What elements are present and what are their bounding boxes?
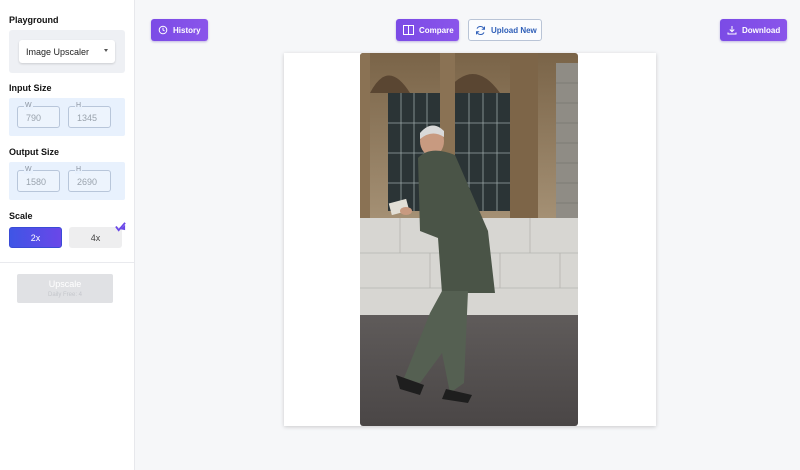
tool-select-container: Image Upscaler — [9, 30, 125, 73]
output-width-field[interactable]: W 1580 — [17, 166, 60, 192]
download-button[interactable]: Download — [720, 19, 787, 41]
input-width-value: 790 — [26, 113, 42, 123]
tool-select-value: Image Upscaler — [26, 46, 90, 57]
height-label: H — [75, 166, 83, 174]
compare-label: Compare — [419, 25, 454, 35]
history-icon — [158, 25, 168, 35]
width-label: W — [24, 166, 33, 174]
history-label: History — [173, 25, 201, 35]
input-height-value: 1345 — [77, 113, 98, 123]
playground-label: Playground — [9, 15, 59, 25]
output-height-field[interactable]: H 2690 — [68, 166, 111, 192]
photo-illustration — [360, 53, 578, 426]
width-label: W — [24, 102, 33, 110]
download-icon — [727, 26, 737, 35]
image-canvas — [284, 53, 656, 426]
sidebar: Playground Image Upscaler Input Size W 7… — [0, 0, 135, 470]
input-size-box: W 790 H 1345 — [9, 98, 125, 136]
input-height-field[interactable]: H 1345 — [68, 102, 111, 128]
input-width-field[interactable]: W 790 — [17, 102, 60, 128]
upscale-button[interactable]: Upscale Daily Free: 4 — [17, 274, 113, 303]
upload-new-label: Upload New — [491, 25, 537, 35]
compare-icon — [403, 25, 414, 35]
tool-select[interactable]: Image Upscaler — [19, 40, 115, 63]
refresh-icon — [476, 25, 485, 35]
sidebar-divider — [0, 262, 134, 263]
output-height-value: 2690 — [77, 177, 98, 187]
scale-2x-button[interactable]: 2x — [9, 227, 62, 248]
download-label: Download — [742, 25, 781, 35]
height-label: H — [75, 102, 83, 110]
history-button[interactable]: History — [151, 19, 208, 41]
daily-free-label: Daily Free: 4 — [47, 292, 82, 298]
uploaded-photo — [360, 53, 578, 426]
input-size-title: Input Size — [9, 83, 52, 93]
chevron-down-icon — [104, 49, 108, 52]
scale-title: Scale — [9, 211, 33, 221]
upscale-button-label: Upscale — [48, 279, 82, 289]
output-size-box: W 1580 H 2690 — [9, 162, 125, 200]
output-size-title: Output Size — [9, 147, 59, 157]
compare-button[interactable]: Compare — [396, 19, 459, 41]
upload-new-button[interactable]: Upload New — [468, 19, 542, 41]
output-width-value: 1580 — [26, 177, 47, 187]
pro-badge-icon — [115, 222, 126, 232]
